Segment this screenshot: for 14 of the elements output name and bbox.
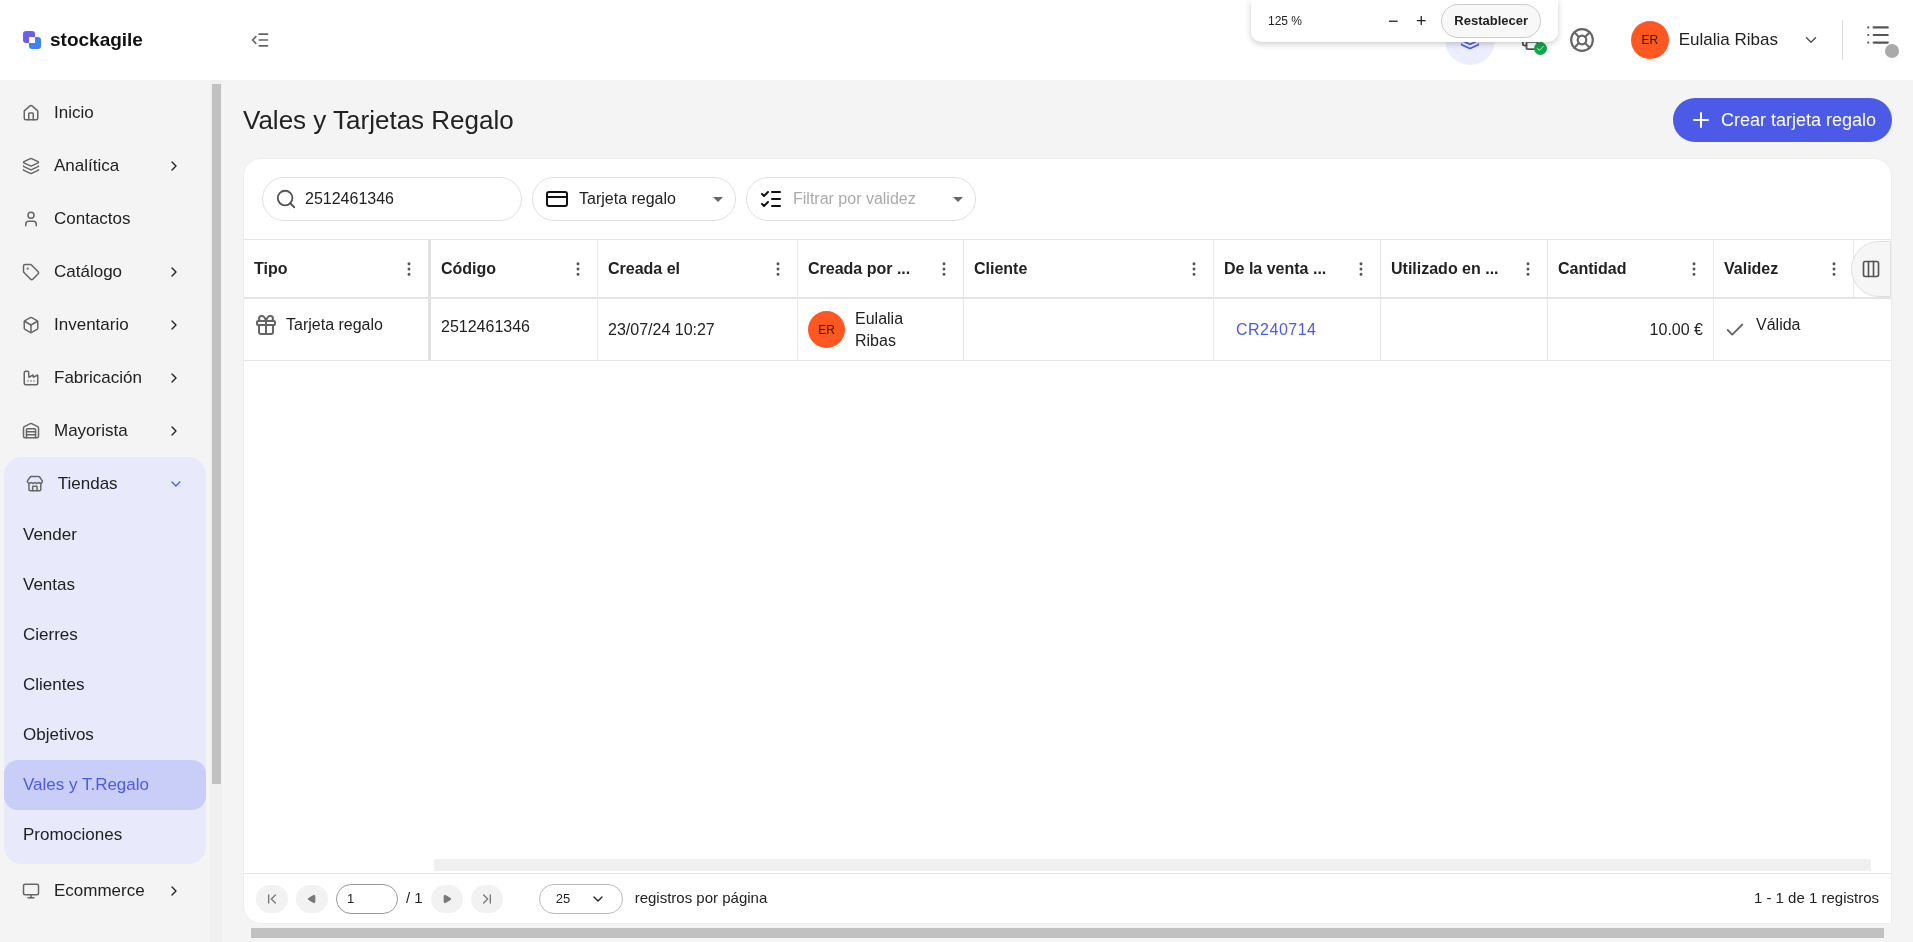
table-cell-text: 23/07/24 10:27 [608,319,715,340]
user-avatar: ER [808,311,845,348]
table-cell: 2512461346 [441,318,530,335]
table-cell-text: Válida [1756,315,1801,335]
page-title: Vales y Tarjetas Regalo [243,103,515,137]
table-cell-text: Eulalia Ribas [855,308,905,351]
page-size-label: registros por página [634,888,768,909]
table-cell-text: 10.00 € [1649,319,1703,340]
brand-name: stockagile [50,27,143,52]
user-avatar: ER [1630,21,1669,59]
table-cell-text: Tarjeta regalo [286,315,383,335]
records-summary: 1 - 1 de 1 registros [1753,888,1879,909]
page-total: / 1 [406,888,423,909]
zoom-level: 125 % [1268,13,1303,30]
